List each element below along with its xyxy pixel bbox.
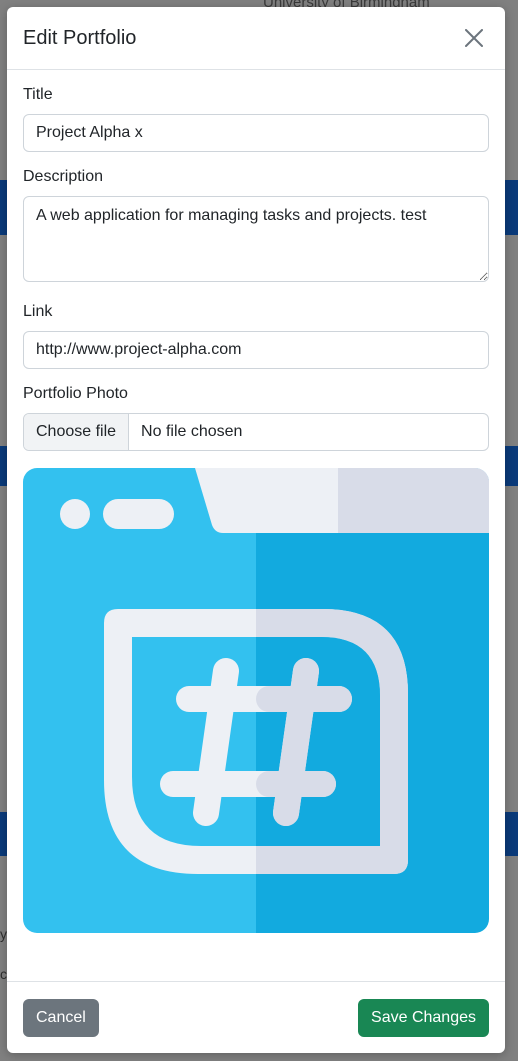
photo-group: Portfolio Photo Choose file No file chos… [23, 385, 489, 451]
edit-portfolio-modal: Edit Portfolio Title Description A web a… [7, 7, 505, 1053]
choose-file-button[interactable]: Choose file [24, 414, 130, 450]
modal-title: Edit Portfolio [23, 26, 137, 49]
title-group: Title [23, 86, 489, 152]
photo-file-input[interactable]: Choose file No file chosen [23, 413, 489, 451]
modal-header: Edit Portfolio [7, 7, 505, 70]
title-label: Title [23, 86, 53, 103]
file-status: No file chosen [141, 423, 243, 440]
modal-body: Title Description A web application for … [7, 70, 505, 933]
modal-footer: Cancel Save Changes [7, 981, 505, 1053]
portfolio-photo-preview [23, 468, 489, 933]
link-input[interactable] [23, 331, 489, 369]
cancel-button[interactable]: Cancel [23, 998, 99, 1037]
close-icon [465, 29, 483, 47]
title-input[interactable] [23, 114, 489, 152]
background-char: y [0, 926, 7, 942]
save-changes-button[interactable]: Save Changes [358, 998, 489, 1037]
description-label: Description [23, 168, 104, 185]
background-char: c [0, 966, 7, 982]
link-group: Link [23, 303, 489, 369]
link-label: Link [23, 303, 53, 320]
close-button[interactable] [459, 23, 489, 53]
photo-label: Portfolio Photo [23, 385, 128, 402]
description-group: Description A web application for managi… [23, 168, 489, 287]
description-textarea[interactable]: A web application for managing tasks and… [23, 196, 489, 282]
hashtag-folder-icon [23, 468, 489, 933]
